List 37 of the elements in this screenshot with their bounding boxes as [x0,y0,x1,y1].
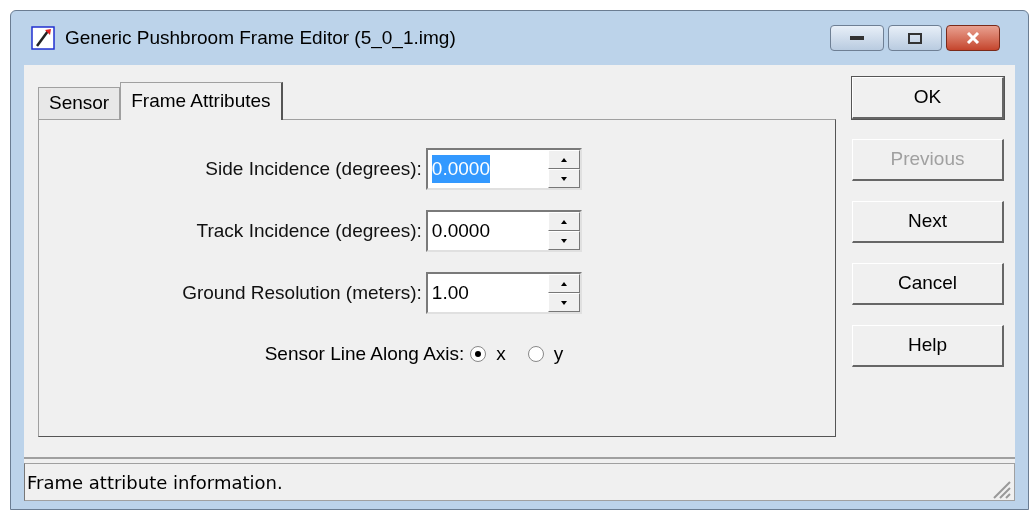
brush-icon [31,26,55,50]
radio-button[interactable] [470,346,487,363]
tab[interactable]: Sensor [38,87,121,119]
dialog-button[interactable]: Cancel [852,263,1004,305]
spin-field[interactable]: 1.00 [425,272,582,314]
spin-up-button[interactable] [547,212,580,231]
dialog-button[interactable]: Help [852,325,1004,367]
spin-down-button[interactable] [547,231,580,250]
spin-down-button[interactable] [547,293,580,312]
spin-field[interactable]: 0.0000 [425,210,582,252]
dialog-button[interactable]: OK [852,77,1004,119]
field-label: Side Incidence (degrees): [205,156,422,181]
minimize-button[interactable] [830,25,884,51]
dialog-button[interactable]: Next [852,201,1004,243]
radio-button[interactable] [527,346,544,363]
spin-up-button[interactable] [547,150,580,169]
maximize-button[interactable] [888,25,942,51]
maximize-icon [908,32,922,44]
down-arrow-icon [560,176,567,181]
down-arrow-icon [560,300,567,305]
close-button[interactable] [946,25,1000,51]
radio-option[interactable]: x [470,340,506,369]
up-arrow-icon [560,281,567,286]
tab[interactable]: Frame Attributes [120,82,283,120]
radio-option[interactable]: y [527,340,564,369]
spin-down-button[interactable] [547,169,580,188]
field-label: Ground Resolution (meters): [182,280,422,305]
status-text: Frame attribute information. [27,470,283,495]
minimize-icon [850,36,864,40]
down-arrow-icon [560,238,567,243]
axis-label: Sensor Line Along Axis: [264,342,465,366]
window-title: Generic Pushbroom Frame Editor (5_0_1.img) [65,25,456,51]
up-arrow-icon [560,157,567,162]
up-arrow-icon [560,219,567,224]
field-label: Track Incidence (degrees): [196,218,422,243]
spin-up-button[interactable] [547,274,580,293]
close-icon [966,32,980,44]
